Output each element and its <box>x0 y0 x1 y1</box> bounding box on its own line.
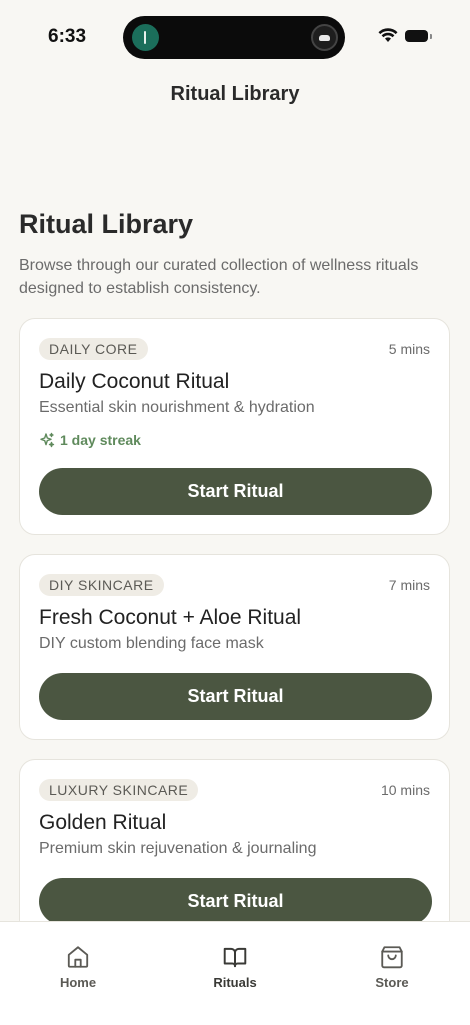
ritual-title: Golden Ritual <box>39 811 167 834</box>
live-activity-icon <box>132 24 159 51</box>
ritual-title: Daily Coconut Ritual <box>39 370 230 393</box>
category-badge: LUXURY SKINCARE <box>39 779 199 801</box>
tab-bar: Home Rituals Store <box>0 921 470 1025</box>
ritual-description: Premium skin rejuvenation & journaling <box>39 840 317 857</box>
ritual-title: Fresh Coconut + Aloe Ritual <box>39 606 302 629</box>
tab-rituals[interactable]: Rituals <box>195 944 275 990</box>
ritual-description: DIY custom blending face mask <box>39 635 264 652</box>
page-title: Ritual Library <box>19 209 194 239</box>
wifi-icon <box>378 28 398 42</box>
shopping-bag-icon <box>381 946 403 969</box>
battery-icon <box>405 29 432 42</box>
home-icon <box>67 946 89 968</box>
duration-label: 5 mins <box>388 341 430 357</box>
streak-indicator: 1 day streak <box>39 432 141 448</box>
ritual-card-daily-coconut[interactable]: DAILY CORE 5 mins Daily Coconut Ritual E… <box>19 318 450 535</box>
tab-label: Store <box>375 975 409 990</box>
dynamic-island <box>123 16 345 59</box>
start-ritual-button[interactable]: Start Ritual <box>39 468 432 515</box>
start-ritual-button[interactable]: Start Ritual <box>39 878 432 925</box>
tab-store[interactable]: Store <box>352 944 432 990</box>
category-badge: DIY SKINCARE <box>39 574 164 596</box>
car-icon <box>311 24 338 51</box>
duration-label: 7 mins <box>388 577 430 593</box>
tab-label: Rituals <box>213 975 257 990</box>
duration-label: 10 mins <box>380 782 430 798</box>
status-icons <box>378 28 432 43</box>
category-badge: DAILY CORE <box>39 338 148 360</box>
status-bar: 6:33 <box>0 0 470 76</box>
ritual-card-coconut-aloe[interactable]: DIY SKINCARE 7 mins Fresh Coconut + Aloe… <box>19 554 450 740</box>
tab-home[interactable]: Home <box>38 944 118 990</box>
nav-title: Ritual Library <box>170 83 300 105</box>
status-time: 6:33 <box>48 26 87 47</box>
page-subtitle: Browse through our curated collection of… <box>19 257 419 297</box>
streak-label: 1 day streak <box>60 432 141 448</box>
book-icon <box>223 947 247 968</box>
ritual-description: Essential skin nourishment & hydration <box>39 399 315 416</box>
ritual-card-golden[interactable]: LUXURY SKINCARE 10 mins Golden Ritual Pr… <box>19 759 450 945</box>
start-ritual-button[interactable]: Start Ritual <box>39 673 432 720</box>
sparkle-icon <box>40 432 55 448</box>
tab-label: Home <box>59 975 97 990</box>
